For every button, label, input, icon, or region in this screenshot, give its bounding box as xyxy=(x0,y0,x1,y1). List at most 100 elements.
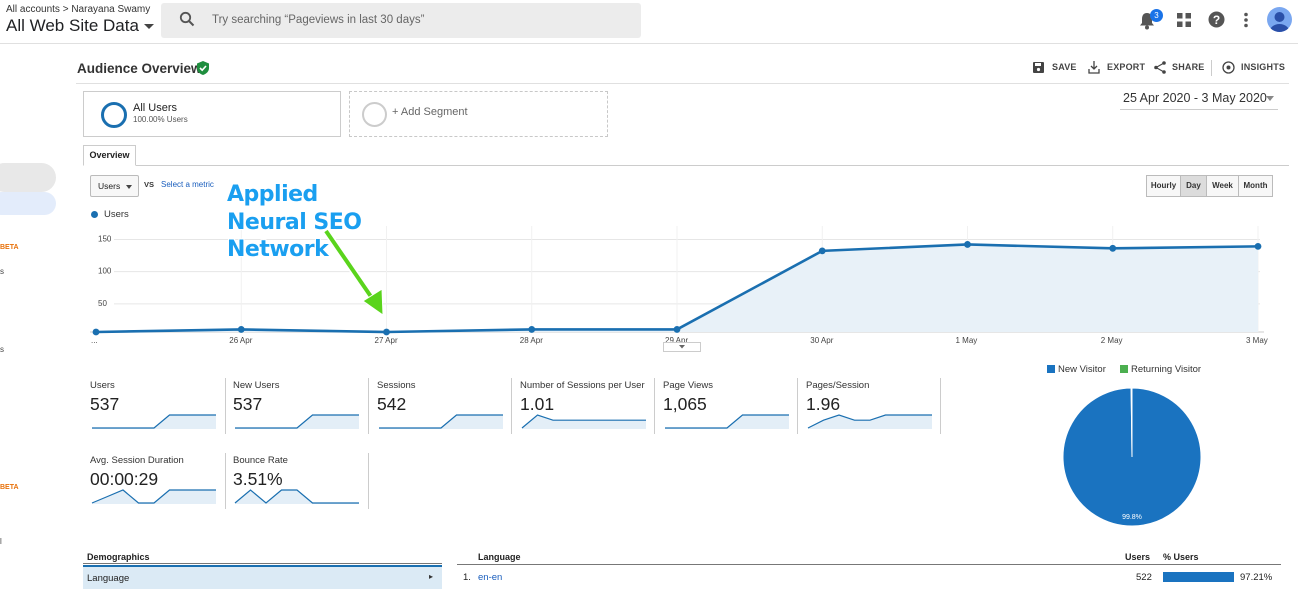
stat-label: Users xyxy=(90,380,115,391)
pct-users-column-header[interactable]: % Users xyxy=(1163,552,1199,562)
stat-card[interactable]: New Users 537 xyxy=(233,380,373,442)
share-icon[interactable] xyxy=(1154,61,1166,74)
pct-users-bar xyxy=(1163,572,1234,582)
granularity-month[interactable]: Month xyxy=(1238,175,1273,197)
breadcrumb-root[interactable]: All accounts xyxy=(6,4,60,15)
segment-subtitle: 100.00% Users xyxy=(133,115,188,124)
avatar[interactable] xyxy=(1267,7,1292,32)
stat-label: Number of Sessions per User xyxy=(520,380,645,391)
breadcrumb-separator: > xyxy=(62,4,69,15)
export-button[interactable]: EXPORT xyxy=(1107,62,1145,72)
x-tick-label: 2 May xyxy=(1101,336,1123,345)
legend-swatch xyxy=(1047,365,1055,373)
stat-card[interactable]: Avg. Session Duration 00:00:29 xyxy=(90,455,230,517)
stat-card[interactable]: Page Views 1,065 xyxy=(663,380,803,442)
segment-ring-icon xyxy=(101,102,127,128)
verified-shield-icon xyxy=(197,61,209,75)
add-segment-label: + Add Segment xyxy=(392,106,468,118)
x-tick-label: 27 Apr xyxy=(375,336,398,345)
data-point xyxy=(92,328,100,336)
legend-marker xyxy=(91,211,98,218)
x-tick-label: ... xyxy=(91,336,98,345)
stat-card[interactable]: Pages/Session 1.96 xyxy=(806,380,946,442)
tab-divider xyxy=(83,165,1289,166)
sidebar-item-label[interactable]: l xyxy=(0,537,2,546)
segment-all-users[interactable]: All Users 100.00% Users xyxy=(83,91,341,137)
date-range-underline xyxy=(1120,109,1278,110)
stat-sparkline xyxy=(665,414,789,429)
caret-down-icon[interactable] xyxy=(1266,96,1274,101)
date-range-picker[interactable]: 25 Apr 2020 - 3 May 2020 xyxy=(1123,91,1267,105)
y-tick-label: 150 xyxy=(98,234,112,243)
vs-label: VS xyxy=(144,180,155,189)
granularity-hourly[interactable]: Hourly xyxy=(1146,175,1181,197)
search-placeholder: Try searching “Pageviews in last 30 days… xyxy=(212,14,425,26)
sidebar-beta-badge: BETA xyxy=(0,484,19,491)
stat-card[interactable]: Bounce Rate 3.51% xyxy=(233,455,373,517)
sidebar-item-label[interactable]: s xyxy=(0,267,4,276)
tab-overview[interactable]: Overview xyxy=(83,145,136,166)
table-divider xyxy=(457,564,1281,565)
granularity-day[interactable]: Day xyxy=(1180,175,1207,197)
demographics-title: Demographics xyxy=(87,552,150,562)
sparkline-area xyxy=(808,415,932,429)
pie-legend-item: Returning Visitor xyxy=(1120,364,1201,375)
sidebar-item-label[interactable]: s xyxy=(0,345,4,354)
data-point xyxy=(673,326,681,333)
property-selector[interactable]: All Web Site Data xyxy=(6,16,154,36)
chart-collapse-handle[interactable] xyxy=(663,342,701,352)
insights-button[interactable]: INSIGHTS xyxy=(1241,62,1285,72)
metric-dropdown-value: Users xyxy=(98,181,121,191)
sidebar-item-selected[interactable] xyxy=(0,163,56,192)
data-point xyxy=(1254,242,1262,250)
top-bar: All accounts > Narayana Swamy All Web Si… xyxy=(0,0,1298,44)
stat-card[interactable]: Sessions 542 xyxy=(377,380,517,442)
sidebar-item-active[interactable] xyxy=(0,192,56,215)
stat-label: Pages/Session xyxy=(806,380,870,391)
select-metric-link[interactable]: Select a metric xyxy=(161,180,214,189)
metric-dropdown[interactable]: Users xyxy=(90,175,139,197)
language-column-header[interactable]: Language xyxy=(478,552,521,562)
sparkline-area xyxy=(379,415,503,429)
add-segment-button[interactable]: + Add Segment xyxy=(349,91,608,137)
stat-card[interactable]: Users 537 xyxy=(90,380,230,442)
pie-slice-label: 99.8% xyxy=(1122,514,1142,521)
stat-sparkline xyxy=(379,414,503,429)
chevron-right-icon: ▸ xyxy=(428,572,433,581)
pie-legend-item: New Visitor xyxy=(1047,364,1106,375)
sparkline-area xyxy=(235,415,359,429)
granularity-week[interactable]: Week xyxy=(1206,175,1239,197)
caret-down-icon xyxy=(126,185,132,189)
stat-label: Page Views xyxy=(663,380,713,391)
share-button[interactable]: SHARE xyxy=(1172,62,1205,72)
stat-sparkline xyxy=(91,489,216,504)
divider xyxy=(1211,60,1212,76)
y-tick-label: 50 xyxy=(98,299,107,308)
save-button[interactable]: SAVE xyxy=(1052,62,1077,72)
breadcrumb: All accounts > Narayana Swamy xyxy=(6,4,150,15)
visitor-pie-chart[interactable]: 99.8% xyxy=(1060,385,1204,529)
stat-sparkline xyxy=(234,489,359,504)
stat-card[interactable]: Number of Sessions per User 1.01 xyxy=(520,380,660,442)
data-point xyxy=(964,241,971,248)
more-vert-icon[interactable] xyxy=(1243,12,1249,28)
demographics-row-label: Language xyxy=(87,573,130,584)
table-row-language-link[interactable]: en-en xyxy=(478,572,502,583)
sidebar-beta-badge: BETA xyxy=(0,244,19,251)
apps-grid-icon[interactable] xyxy=(1177,13,1191,27)
property-name: All Web Site Data xyxy=(6,16,139,35)
help-icon[interactable]: ? xyxy=(1208,11,1225,28)
insights-icon[interactable] xyxy=(1222,61,1235,74)
demographics-row-language[interactable]: Language ▸ xyxy=(83,565,442,589)
chart-legend: Users xyxy=(104,209,129,220)
sparkline-area xyxy=(665,415,789,429)
data-point xyxy=(528,326,536,333)
annotation-line: Applied xyxy=(227,182,318,207)
save-icon[interactable] xyxy=(1033,62,1044,73)
search-box[interactable]: Try searching “Pageviews in last 30 days… xyxy=(161,3,641,38)
data-point xyxy=(237,326,245,333)
breadcrumb-account[interactable]: Narayana Swamy xyxy=(71,4,150,15)
export-icon[interactable] xyxy=(1088,61,1100,74)
stat-label: Sessions xyxy=(377,380,416,391)
users-column-header[interactable]: Users xyxy=(1125,552,1150,562)
